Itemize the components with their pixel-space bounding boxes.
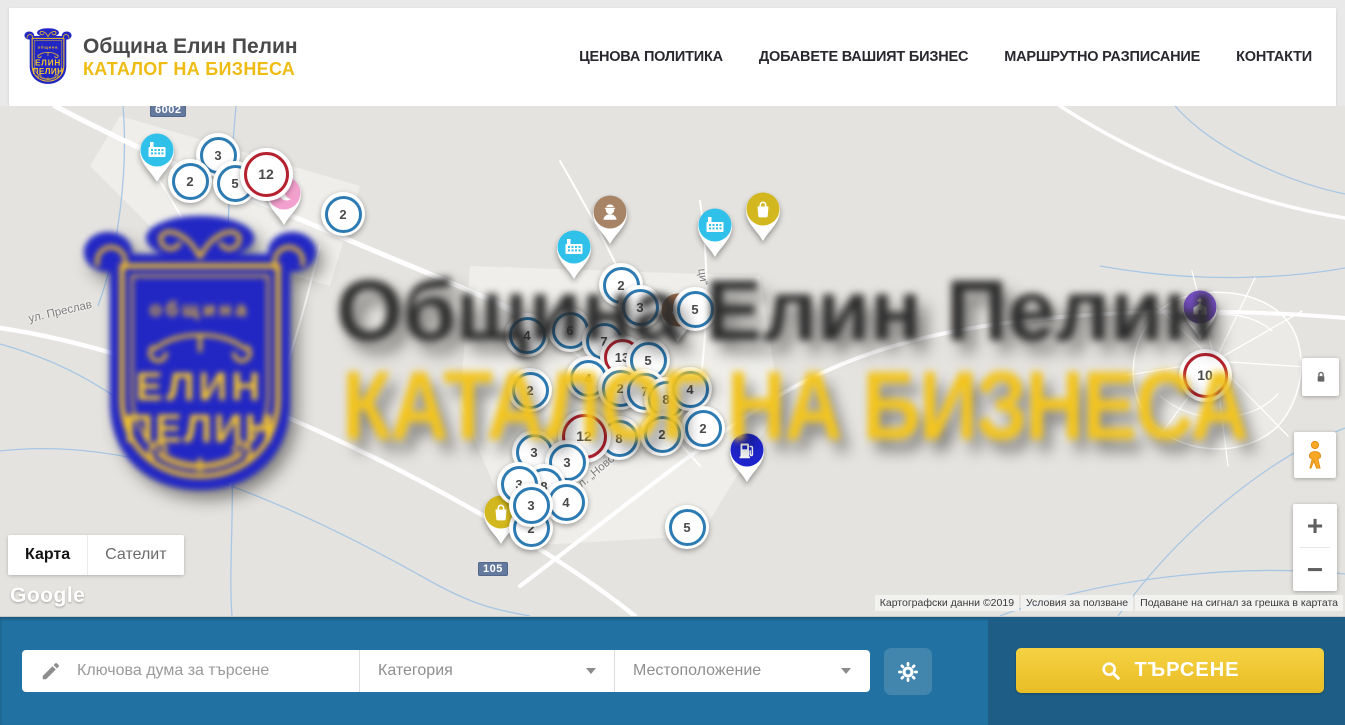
search-submit-button[interactable]: ТЪРСЕНЕ	[1016, 648, 1324, 693]
svg-text:ЕЛИН: ЕЛИН	[35, 58, 61, 67]
chevron-down-icon	[841, 668, 851, 674]
map-lock-button[interactable]	[1302, 358, 1339, 396]
zoom-control: + −	[1293, 504, 1337, 591]
map-canvas[interactable]: 3251222354671354227842812233283435106002…	[0, 106, 1345, 617]
header-panel: община ЕЛИН ПЕЛИН Община Елин Пелин КАТА…	[9, 8, 1336, 106]
zoom-out-button[interactable]: −	[1293, 548, 1337, 591]
map-cluster[interactable]: 2	[640, 412, 684, 456]
map-data-attribution: Картографски данни ©2019	[875, 595, 1019, 611]
pegman-icon	[1303, 440, 1327, 470]
keyword-search-input[interactable]	[75, 661, 329, 681]
search-icon	[1100, 660, 1122, 682]
search-bar: Категория Местоположение	[0, 617, 1345, 725]
lock-icon	[1311, 367, 1331, 387]
map-cluster[interactable]: 3	[509, 483, 553, 527]
nav-contacts[interactable]: КОНТАКТИ	[1236, 49, 1312, 65]
site-header: община ЕЛИН ПЕЛИН Община Елин Пелин КАТА…	[0, 0, 1345, 106]
location-select[interactable]: Местоположение	[614, 650, 869, 692]
map-cluster[interactable]: 2	[508, 368, 552, 412]
map-pin-factory[interactable]	[551, 222, 597, 287]
brand-text: Община Елин Пелин КАТАЛОГ НА БИЗНЕСА	[83, 35, 298, 79]
search-settings-button[interactable]	[884, 648, 932, 695]
keyword-section	[22, 650, 359, 692]
site-subtitle: КАТАЛОГ НА БИЗНЕСА	[83, 59, 298, 79]
brand-logo[interactable]: община ЕЛИН ПЕЛИН Община Елин Пелин КАТА…	[23, 27, 298, 88]
site-title: Община Елин Пелин	[83, 35, 298, 59]
pencil-icon	[40, 660, 62, 682]
chevron-down-icon	[586, 668, 596, 674]
street-label: ци“	[695, 268, 709, 286]
map-cluster[interactable]: 4	[668, 367, 712, 411]
nav-pricing-policy[interactable]: ЦЕНОВА ПОЛИТИКА	[579, 49, 723, 65]
map-type-map-button[interactable]: Карта	[8, 535, 87, 575]
category-placeholder: Категория	[378, 662, 453, 680]
map-cluster[interactable]: 12	[240, 148, 293, 201]
nav-add-business[interactable]: ДОБАВЕТЕ ВАШИЯТ БИЗНЕС	[759, 49, 968, 65]
category-select[interactable]: Категория	[359, 650, 614, 692]
pegman-button[interactable]	[1294, 432, 1336, 478]
map-attribution: Картографски данни ©2019 Условия за полз…	[875, 595, 1343, 611]
terms-link[interactable]: Условия за ползване	[1021, 595, 1133, 611]
nav-route-schedule[interactable]: МАРШРУТНО РАЗПИСАНИЕ	[1004, 49, 1200, 65]
map-type-control: Карта Сателит	[8, 535, 184, 575]
search-panel: Категория Местоположение	[22, 650, 870, 692]
map-pin-bag[interactable]	[740, 184, 786, 249]
map-cluster[interactable]: 2	[168, 159, 212, 203]
map-cluster[interactable]: 3	[618, 285, 662, 329]
search-submit-label: ТЪРСЕНЕ	[1134, 659, 1239, 682]
map-cluster[interactable]: 5	[665, 505, 709, 549]
road-badge: 105	[478, 562, 508, 576]
map-pin-factory[interactable]	[692, 200, 738, 265]
map-cluster[interactable]: 10	[1179, 349, 1232, 402]
location-placeholder: Местоположение	[633, 662, 761, 680]
gear-icon	[896, 660, 920, 684]
svg-text:община: община	[38, 44, 58, 49]
map-cluster[interactable]: 4	[505, 313, 549, 357]
road-badge: 6002	[150, 106, 186, 117]
report-error-link[interactable]: Подаване на сигнал за грешка в картата	[1135, 595, 1343, 611]
google-logo[interactable]: Google	[10, 584, 85, 608]
map-type-satellite-button[interactable]: Сателит	[87, 535, 183, 575]
map-pin-church[interactable]	[1177, 282, 1223, 347]
map-pin-fuel[interactable]	[724, 425, 770, 490]
main-nav: ЦЕНОВА ПОЛИТИКА ДОБАВЕТЕ ВАШИЯТ БИЗНЕС М…	[579, 49, 1312, 65]
municipality-crest-icon: община ЕЛИН ПЕЛИН	[23, 27, 73, 88]
map-cluster[interactable]: 2	[681, 406, 725, 450]
map-cluster[interactable]: 5	[673, 287, 717, 331]
zoom-in-button[interactable]: +	[1293, 504, 1337, 547]
map-cluster[interactable]: 2	[321, 192, 365, 236]
svg-text:ПЕЛИН: ПЕЛИН	[33, 67, 64, 76]
